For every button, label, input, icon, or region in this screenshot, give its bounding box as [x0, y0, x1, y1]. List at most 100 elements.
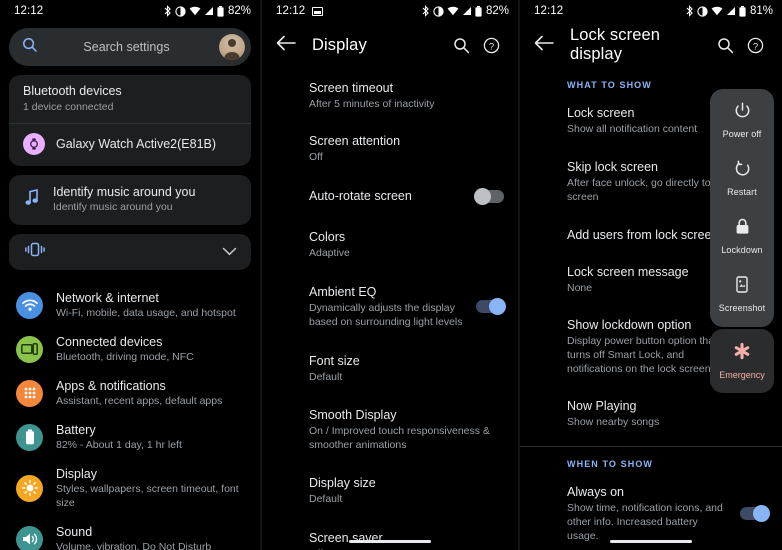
wifi-icon	[16, 291, 43, 319]
battery-percent: 81%	[749, 5, 773, 17]
list-item-screen-timeout[interactable]: Screen timeout After 5 minutes of inacti…	[262, 68, 518, 119]
power-icon	[734, 102, 751, 124]
sidebar-item-display[interactable]: Display Styles, wallpapers, screen timeo…	[0, 459, 260, 517]
sidebar-item-sound[interactable]: Sound Volume, vibration, Do Not Disturb	[0, 517, 260, 550]
status-icons: 82%	[421, 5, 509, 17]
screenshot-notification-icon	[312, 6, 324, 16]
dnd-icon	[697, 5, 708, 17]
power-menu-item-lockdown[interactable]: Lockdown	[710, 218, 774, 255]
power-menu-item-power-off[interactable]: Power off	[710, 102, 774, 139]
list-item-subtitle: Default	[309, 371, 343, 383]
sidebar-item-connected-devices[interactable]: Connected devices Bluetooth, driving mod…	[0, 327, 260, 371]
back-arrow-icon[interactable]	[534, 35, 560, 56]
battery-icon	[16, 423, 43, 451]
list-item-title: Now Playing	[567, 399, 637, 413]
list-item-display-size[interactable]: Display size Default	[262, 460, 518, 514]
list-item-smooth-display[interactable]: Smooth Display On / Improved touch respo…	[262, 392, 518, 460]
bluetooth-card-header: Bluetooth devices 1 device connected	[9, 84, 251, 123]
avatar[interactable]	[219, 34, 245, 60]
battery-icon	[739, 5, 746, 17]
signal-icon	[726, 6, 736, 16]
svg-text:?: ?	[752, 41, 757, 52]
sidebar-item-title: Display	[56, 467, 97, 481]
when-to-show-list: Always on Show time, notification icons,…	[520, 476, 782, 550]
list-item-title: Screen attention	[309, 134, 401, 148]
sidebar-item-title: Network & internet	[56, 291, 159, 305]
sidebar-item-subtitle: Bluetooth, driving mode, NFC	[56, 351, 194, 363]
status-bar: 12:12 82%	[262, 0, 518, 22]
identify-music-card[interactable]: Identify music around you Identify music…	[9, 175, 251, 225]
dnd-icon	[433, 5, 444, 17]
sidebar-item-network[interactable]: Network & internet Wi-Fi, mobile, data u…	[0, 283, 260, 327]
app-bar: Lock screen display ?	[520, 22, 782, 68]
power-menu-item-screenshot[interactable]: Screenshot	[710, 276, 774, 313]
apps-grid-icon	[16, 379, 43, 407]
list-item-title: Always on	[567, 485, 624, 499]
bluetooth-devices-card[interactable]: Bluetooth devices 1 device connected Gal…	[9, 75, 251, 166]
search-icon[interactable]	[446, 37, 476, 54]
bluetooth-icon	[685, 5, 694, 17]
bluetooth-device-name: Galaxy Watch Active2(E81B)	[56, 137, 217, 151]
brightness-icon	[16, 474, 43, 502]
status-notification-icons	[312, 6, 324, 16]
list-item-title: Screen saver	[309, 531, 383, 545]
navigation-pill[interactable]	[262, 540, 518, 543]
bluetooth-device-row[interactable]: Galaxy Watch Active2(E81B)	[9, 124, 251, 166]
section-header-when-to-show: WHEN TO SHOW	[567, 459, 654, 469]
search-icon	[22, 37, 38, 58]
vibration-card[interactable]	[9, 234, 251, 270]
list-item-auto-rotate[interactable]: Auto-rotate screen	[262, 172, 518, 212]
list-item-title: Smooth Display	[309, 408, 397, 422]
search-input[interactable]: Search settings	[38, 40, 215, 54]
battery-icon	[217, 5, 224, 17]
list-item-colors[interactable]: Colors Adaptive	[262, 212, 518, 268]
music-note-icon	[25, 188, 40, 211]
list-item-subtitle: Dynamically adjusts the display based on…	[309, 302, 463, 328]
screenshot-icon	[735, 276, 749, 298]
bluetooth-card-subtitle: 1 device connected	[23, 101, 114, 113]
power-menu[interactable]: Power off Restart Lockdown Screenshot	[710, 89, 774, 327]
list-item-title: Add users from lock screen	[567, 228, 719, 242]
bluetooth-card-title: Bluetooth devices	[23, 84, 122, 98]
status-bar: 12:12 82%	[0, 0, 260, 22]
sidebar-item-battery[interactable]: Battery 82% - About 1 day, 1 hr left	[0, 415, 260, 459]
battery-icon	[475, 5, 482, 17]
signal-icon	[204, 6, 214, 16]
help-icon[interactable]: ?	[476, 37, 506, 54]
always-on-toggle[interactable]	[740, 505, 770, 522]
list-item-screen-attention[interactable]: Screen attention Off	[262, 119, 518, 172]
power-menu-item-restart[interactable]: Restart	[710, 160, 774, 197]
sidebar-item-title: Battery	[56, 423, 96, 437]
auto-rotate-toggle[interactable]	[474, 187, 504, 205]
sidebar-item-subtitle: Volume, vibration, Do Not Disturb	[56, 541, 212, 550]
sidebar-item-subtitle: 82% - About 1 day, 1 hr left	[56, 439, 182, 451]
back-arrow-icon[interactable]	[276, 35, 302, 56]
list-item-ambient-eq[interactable]: Ambient EQ Dynamically adjusts the displ…	[262, 268, 518, 337]
list-item-subtitle: Default	[309, 493, 343, 505]
chevron-down-icon[interactable]	[222, 243, 237, 261]
sidebar-item-apps[interactable]: Apps & notifications Assistant, recent a…	[0, 371, 260, 415]
sidebar-item-subtitle: Wi-Fi, mobile, data usage, and hotspot	[56, 307, 236, 319]
search-icon[interactable]	[710, 37, 740, 54]
ambient-eq-toggle[interactable]	[476, 298, 506, 315]
svg-text:?: ?	[488, 41, 493, 52]
sidebar-item-title: Connected devices	[56, 335, 163, 349]
power-menu-label: Screenshot	[718, 303, 766, 313]
power-menu-label: Lockdown	[721, 245, 763, 255]
list-item-screen-saver[interactable]: Screen saver Off	[262, 514, 518, 550]
restart-icon	[734, 160, 751, 182]
power-menu-emergency[interactable]: Emergency	[710, 329, 774, 393]
search-bar[interactable]: Search settings	[9, 28, 251, 66]
help-icon[interactable]: ?	[740, 37, 770, 54]
list-item-font-size[interactable]: Font size Default	[262, 337, 518, 392]
vibration-icon	[25, 242, 45, 262]
power-menu-label: Restart	[727, 187, 757, 197]
display-options-list: Screen timeout After 5 minutes of inacti…	[262, 68, 518, 550]
list-item-always-on[interactable]: Always on Show time, notification icons,…	[520, 476, 782, 550]
navigation-pill[interactable]	[520, 540, 782, 543]
list-item-title: Ambient EQ	[309, 285, 377, 299]
list-item-subtitle: Adaptive	[309, 247, 350, 259]
emergency-asterisk-icon	[733, 342, 751, 365]
wifi-icon	[711, 6, 723, 16]
list-item-title: Display size	[309, 476, 376, 490]
